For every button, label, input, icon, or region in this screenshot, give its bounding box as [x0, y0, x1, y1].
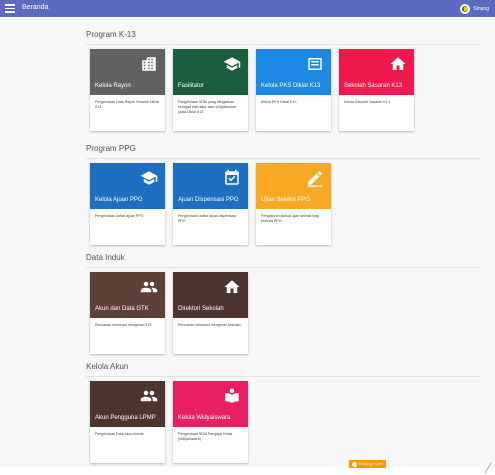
section-title: Program PPG	[86, 144, 481, 159]
card-description: Pengaturan jadwal ujian seleksi bagi pes…	[261, 214, 320, 223]
card-header: Ujian Seleksi PPG	[256, 163, 331, 209]
contact-us-label: Hubungi Kami	[359, 462, 383, 466]
section-program-k13: Program K-13 Kelola Rayon Pengelolaan Da…	[86, 30, 481, 131]
card-description: Pengelolaan SDM Pengajar Kelas (Widyaisw…	[178, 432, 233, 441]
card-akun-data-gtk[interactable]: Akun dan Data GTK Pencarian informasi me…	[90, 272, 165, 354]
card-title: Akun Pengguna LPMP	[95, 415, 156, 421]
card-description: Pencarian informasi mengenai GTK	[95, 323, 152, 327]
graduation-cap-icon	[140, 171, 158, 185]
contact-us-button[interactable]: ? Hubungi Kami	[349, 460, 386, 468]
document-icon	[308, 58, 322, 70]
card-header: Kelola Ajuan PPG	[90, 163, 165, 209]
card-direktori-sekolah[interactable]: Direktori Sekolah Pencarian informasi me…	[173, 272, 248, 354]
card-sekolah-sasaran[interactable]: Sekolah Sasaran K13 Kelola Sekolah Sasar…	[339, 49, 414, 131]
section-title: Kelola Akun	[86, 362, 481, 377]
card-header: Fasilitator	[173, 49, 248, 95]
card-header: Kelola Widyaiswara	[173, 381, 248, 427]
card-header: Direktori Sekolah	[173, 272, 248, 318]
card-title: Ajuan Dispensasi PPG	[178, 197, 239, 203]
card-title: Akun dan Data GTK	[95, 306, 149, 312]
card-header: Kelola Rayon	[90, 49, 165, 95]
card-header: Akun Pengguna LPMP	[90, 381, 165, 427]
main-content: Program K-13 Kelola Rayon Pengelolaan Da…	[0, 17, 495, 467]
menu-icon[interactable]	[5, 4, 15, 13]
avatar	[460, 3, 471, 14]
card-title: Fasilitator	[178, 83, 205, 89]
card-description: Pengelolaan daftar ajuan dispensasi PPG	[178, 214, 236, 223]
user-menu[interactable]: Sinung	[460, 3, 489, 14]
card-kelola-pks[interactable]: Kelola PKS Diklat K13 Kelola PKS Diklat …	[256, 49, 331, 131]
card-title: Kelola Widyaiswara	[178, 415, 231, 421]
card-header: Ajuan Dispensasi PPG	[173, 163, 248, 209]
section-data-induk: Data Induk Akun dan Data GTK Pencarian i…	[86, 253, 481, 354]
card-header: Akun dan Data GTK	[90, 272, 165, 318]
card-description: Pengelolaan daftar ajuan PPG	[95, 214, 144, 218]
card-title: Direktori Sekolah	[178, 306, 224, 312]
card-description: Pengelolaan Data Rayon Sekolah Diklat K1…	[95, 100, 159, 109]
card-ujian-seleksi-ppg[interactable]: Ujian Seleksi PPG Pengaturan jadwal ujia…	[256, 163, 331, 245]
building-icon	[142, 57, 156, 71]
card-title: Kelola Ajuan PPG	[95, 197, 143, 203]
graduation-cap-icon	[223, 57, 241, 71]
card-title: Kelola Rayon	[95, 83, 131, 89]
section-kelola-akun: Kelola Akun Akun Pengguna LPMP Pengelola…	[86, 362, 481, 463]
card-kelola-widyaiswara[interactable]: Kelola Widyaiswara Pengelolaan SDM Penga…	[173, 381, 248, 463]
resize-handle-icon[interactable]	[484, 462, 492, 474]
home-icon	[224, 280, 240, 293]
card-kelola-ajuan-ppg[interactable]: Kelola Ajuan PPG Pengelolaan daftar ajua…	[90, 163, 165, 245]
top-app-bar: Beranda Sinung	[0, 0, 495, 17]
card-akun-pengguna-lpmp[interactable]: Akun Pengguna LPMP Pengelolaan Data Akun…	[90, 381, 165, 463]
people-icon	[140, 281, 158, 293]
card-kelola-rayon[interactable]: Kelola Rayon Pengelolaan Data Rayon Seko…	[90, 49, 165, 131]
card-header: Sekolah Sasaran K13	[339, 49, 414, 95]
people-icon	[140, 390, 158, 402]
card-description: Kelola PKS Diklat K13	[261, 100, 297, 104]
card-header: Kelola PKS Diklat K13	[256, 49, 331, 95]
card-description: Pencarian informasi mengenai Sekolah	[178, 323, 241, 327]
section-title: Program K-13	[86, 30, 481, 45]
card-description: Kelola Sekolah Sasaran K13	[344, 100, 390, 104]
card-title: Ujian Seleksi PPG	[261, 197, 311, 203]
card-fasilitator[interactable]: Fasilitator Pengelolaan SDM yang ditugas…	[173, 49, 248, 131]
home-icon	[390, 57, 406, 70]
card-description: Pengelolaan Data Akun Admin	[95, 432, 144, 436]
card-title: Sekolah Sasaran K13	[344, 83, 403, 89]
pencil-icon	[307, 171, 323, 187]
card-title: Kelola PKS Diklat K13	[261, 83, 321, 89]
card-ajuan-dispensasi-ppg[interactable]: Ajuan Dispensasi PPG Pengelolaan daftar …	[173, 163, 248, 245]
section-title: Data Induk	[86, 253, 481, 268]
page-title: Beranda	[22, 4, 49, 11]
help-icon: ?	[352, 461, 357, 467]
section-program-ppg: Program PPG Kelola Ajuan PPG Pengelolaan…	[86, 144, 481, 245]
card-description: Pengelolaan SDM yang ditugaskan sebagai …	[178, 100, 236, 114]
calendar-check-icon	[225, 169, 239, 185]
reader-icon	[225, 388, 239, 404]
user-name: Sinung	[473, 5, 489, 12]
